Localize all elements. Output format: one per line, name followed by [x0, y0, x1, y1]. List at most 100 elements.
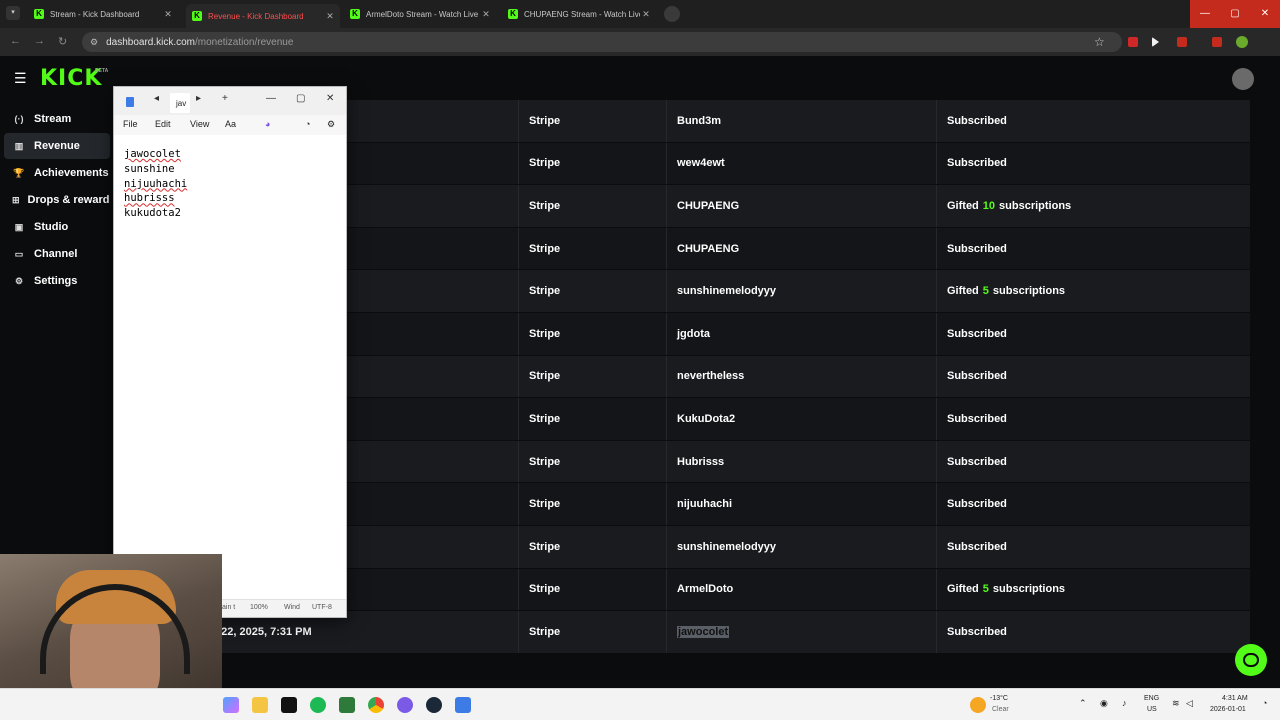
menu-icon[interactable]: ☰ — [14, 70, 27, 87]
username[interactable]: KukuDota2 — [677, 413, 735, 425]
sidebar-item-drops[interactable]: ⊞ Drops & rewards — [4, 187, 110, 213]
extension-icon[interactable] — [1128, 37, 1138, 47]
payment-method-cell: Stripe — [518, 398, 666, 440]
sidebar-item-channel[interactable]: ▭ Channel — [4, 241, 110, 267]
username[interactable]: nevertheless — [677, 370, 744, 382]
maximize-icon[interactable]: ▢ — [296, 93, 305, 104]
browser-tab[interactable]: K CHUPAENG Stream - Watch Live ✕ — [502, 4, 656, 24]
minimize-icon[interactable]: — — [266, 93, 276, 104]
type-cell: Subscribed — [936, 100, 1250, 142]
notepad-tab[interactable]: jav — [170, 93, 190, 113]
menu-view[interactable]: View — [190, 119, 209, 129]
network-tray-icon[interactable]: ◉ — [1100, 698, 1108, 709]
sidebar-item-revenue[interactable]: ▥ Revenue — [4, 133, 110, 159]
browser-tab[interactable]: K Stream - Kick Dashboard ✕ — [28, 4, 178, 24]
type-cell: Subscribed — [936, 398, 1250, 440]
support-chat-button[interactable] — [1235, 644, 1267, 676]
tab-scroll-right-icon[interactable]: ▸ — [196, 93, 201, 104]
chat-bubble-icon — [1243, 653, 1259, 667]
username-cell: ArmelDoto — [666, 568, 936, 611]
discord-icon[interactable] — [397, 697, 413, 713]
maximize-icon[interactable]: ▢ — [1220, 0, 1250, 28]
username[interactable]: jgdota — [677, 328, 710, 340]
extension-icon[interactable] — [1177, 37, 1187, 47]
steam-icon[interactable] — [426, 697, 442, 713]
forward-icon[interactable]: → — [34, 35, 45, 47]
microphone-icon[interactable]: ♪ — [1122, 698, 1127, 708]
close-icon[interactable]: ✕ — [326, 93, 334, 104]
tiktok-icon[interactable] — [281, 697, 297, 713]
back-icon[interactable]: ← — [10, 35, 21, 47]
sidebar-item-studio[interactable]: ▣ Studio — [4, 214, 110, 240]
menu-edit[interactable]: Edit — [155, 119, 171, 129]
type-cell: Subscribed — [936, 611, 1250, 653]
browser-tab[interactable]: K ArmelDoto Stream - Watch Live ✕ — [344, 4, 496, 24]
app-icon[interactable] — [339, 697, 355, 713]
close-icon[interactable]: ✕ — [324, 11, 336, 22]
table-row: Stripe nevertheless Subscribed — [204, 355, 1250, 399]
browser-tab-active[interactable]: K Revenue - Kick Dashboard ✕ — [186, 4, 340, 28]
file-explorer-icon[interactable] — [252, 697, 268, 713]
input-lang[interactable]: ENG — [1144, 695, 1159, 702]
type-label: Subscribed — [947, 540, 1007, 553]
kick-favicon-icon: K — [350, 9, 360, 19]
address-bar[interactable]: ⚙ dashboard.kick.com/monetization/revenu… — [82, 32, 1122, 52]
sidebar-item-achievements[interactable]: 🏆 Achievements — [4, 160, 110, 186]
sidebar-item-settings[interactable]: ⚙ Settings — [4, 268, 110, 294]
close-icon[interactable]: ✕ — [480, 9, 492, 20]
close-icon[interactable]: ✕ — [162, 9, 174, 20]
copilot-icon[interactable]: ◕ — [265, 119, 270, 129]
notepad-window[interactable]: ◂ jav ▸ + — ▢ ✕ File Edit View Aa ◕ ◔ ⚙ … — [113, 86, 347, 618]
clock-time[interactable]: 4:31 AM — [1222, 695, 1248, 702]
username[interactable]: Bund3m — [677, 115, 721, 127]
notepad-taskbar-icon[interactable] — [455, 697, 471, 713]
text-line: kukudota2 — [124, 207, 181, 220]
trophy-icon: 🏆 — [13, 167, 25, 178]
username[interactable]: CHUPAENG — [677, 200, 739, 212]
clock-date[interactable]: 2026-01-01 — [1210, 706, 1246, 713]
site-info-icon[interactable]: ⚙ — [90, 37, 98, 48]
kick-logo[interactable]: KICK — [40, 66, 102, 91]
type-label: Subscribed — [947, 625, 1007, 638]
spotify-icon[interactable] — [310, 697, 326, 713]
chrome-icon[interactable] — [368, 697, 384, 713]
gear-icon[interactable]: ⚙ — [327, 119, 335, 130]
chevron-up-icon[interactable]: ⌃ — [1079, 698, 1087, 709]
wifi-icon[interactable]: ≋ — [1172, 698, 1180, 709]
extension-icon[interactable] — [1212, 37, 1222, 47]
username[interactable]: CHUPAENG — [677, 243, 739, 255]
username[interactable]: Hubrisss — [677, 456, 724, 468]
user-avatar[interactable] — [1232, 68, 1254, 90]
username[interactable]: jawocolet — [677, 625, 730, 638]
copilot-icon[interactable] — [223, 697, 239, 713]
close-window-icon[interactable]: ✕ — [1250, 0, 1280, 28]
input-region[interactable]: US — [1147, 706, 1157, 713]
new-tab-icon[interactable]: + — [222, 93, 228, 104]
sidebar-item-stream[interactable]: (·) Stream — [4, 106, 110, 132]
username[interactable]: nijuuhachi — [677, 498, 732, 510]
close-icon[interactable]: ✕ — [640, 9, 652, 20]
minimize-icon[interactable]: — — [1190, 0, 1220, 28]
account-icon[interactable]: ◔ — [305, 119, 310, 129]
payment-method-cell: Stripe — [518, 100, 666, 142]
gift-icon: ⊞ — [12, 194, 20, 205]
font-format-icon[interactable]: Aa — [225, 119, 236, 129]
new-tab-button[interactable] — [664, 6, 680, 22]
notepad-titlebar[interactable]: ◂ jav ▸ + — ▢ ✕ — [114, 87, 346, 115]
profile-avatar-icon[interactable] — [1236, 36, 1248, 48]
bookmark-star-icon[interactable]: ☆ — [1094, 35, 1105, 49]
username[interactable]: sunshinemelodyyy — [677, 285, 776, 297]
tab-search-icon[interactable]: ▾ — [6, 6, 20, 20]
username[interactable]: sunshinemelodyyy — [677, 541, 776, 553]
username[interactable]: wew4ewt — [677, 157, 725, 169]
username-cell: Hubrisss — [666, 440, 936, 483]
menu-file[interactable]: File — [123, 119, 138, 129]
username[interactable]: ArmelDoto — [677, 583, 733, 595]
username-cell: KukuDota2 — [666, 398, 936, 440]
volume-icon[interactable]: ◁ — [1186, 698, 1193, 709]
notification-bell-icon[interactable]: ◔ — [1262, 698, 1267, 708]
notepad-editor[interactable]: jawocolet sunshine nijuuhachi hubrisss k… — [124, 147, 334, 221]
sidebar-item-label: Stream — [34, 113, 72, 125]
tab-scroll-left-icon[interactable]: ◂ — [154, 93, 159, 104]
reload-icon[interactable]: ↻ — [58, 35, 67, 48]
